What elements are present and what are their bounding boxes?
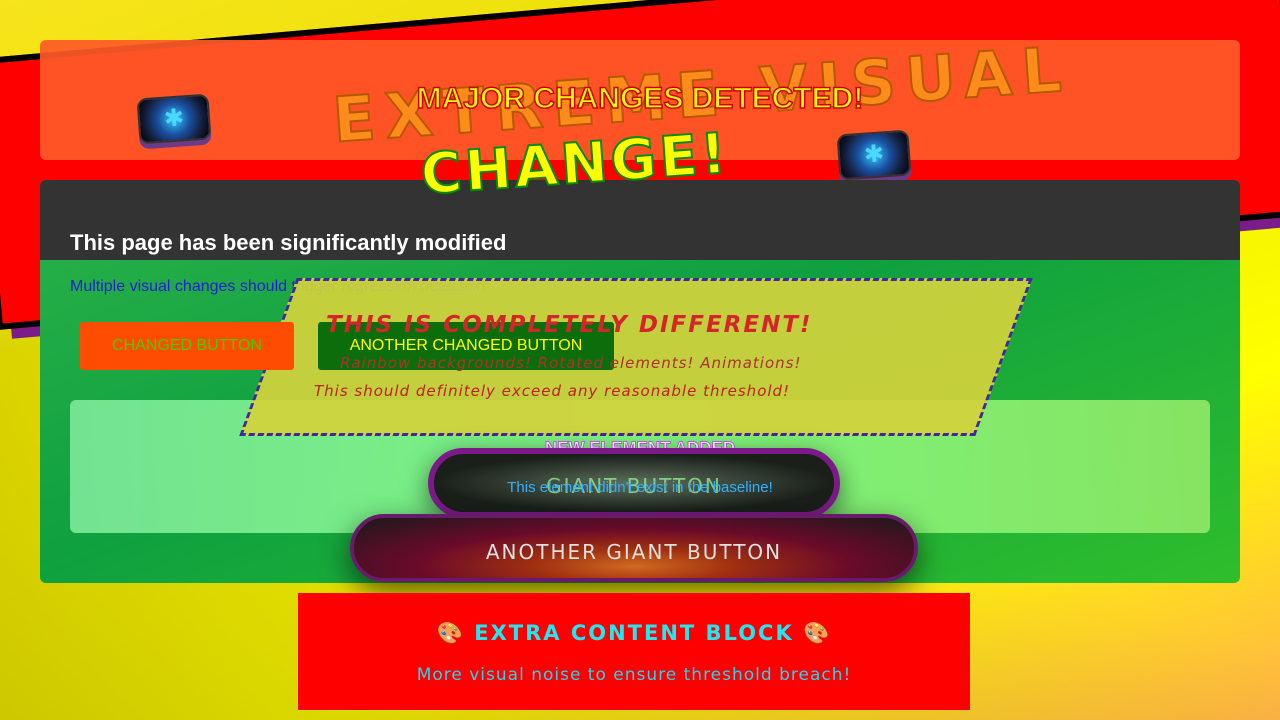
section-heading: This page has been significantly modifie…: [70, 230, 507, 255]
skewed-panel-headline: THIS IS COMPLETELY DIFFERENT!: [326, 312, 813, 338]
page-title: MAJOR CHANGES DETECTED!: [416, 81, 864, 116]
skewed-panel-line3: This should definitely exceed any reason…: [314, 382, 791, 400]
changed-button[interactable]: CHANGED BUTTON: [80, 322, 294, 370]
extra-content-title: 🎨 EXTRA CONTENT BLOCK 🎨: [436, 621, 832, 645]
extra-content-block: 🎨 EXTRA CONTENT BLOCK 🎨 More visual nois…: [298, 593, 970, 710]
another-giant-button-label: ANOTHER GIANT BUTTON: [485, 540, 783, 564]
skewed-panel-line2: Rainbow backgrounds! Rotated elements! A…: [340, 354, 802, 372]
another-giant-button[interactable]: ANOTHER GIANT BUTTON: [350, 514, 918, 582]
new-element-subtitle: This element didn't exist in the baselin…: [507, 479, 773, 496]
extra-content-subtitle: More visual noise to ensure threshold br…: [416, 665, 852, 685]
floppy-disk-icon: ✱: [836, 129, 912, 181]
